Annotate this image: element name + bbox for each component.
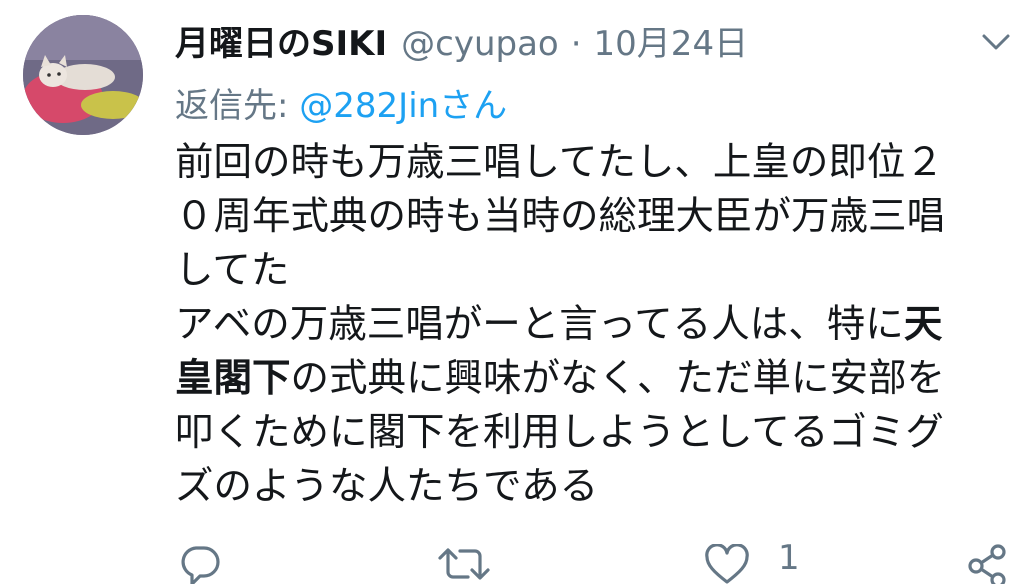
tweet-text-segment: してた (175, 248, 290, 293)
reply-prefix: 返信先: (175, 86, 300, 126)
tweet-text-segment: の式典に興味がなく、ただ単に安部を (290, 356, 946, 401)
tweet-text: 前回の時も万歳三唱してたし、上皇の即位２ ０周年式典の時も当時の総理大臣が万歳三… (175, 136, 1020, 514)
user-handle[interactable]: @cyupao (401, 24, 559, 64)
tweet-line: ズのような人たちである (175, 460, 1020, 514)
heart-icon[interactable] (704, 543, 750, 588)
tweet-text-segment: 前回の時も万歳三唱してたし、上皇の即位２ (175, 140, 944, 185)
tweet-line: してた (175, 244, 1020, 298)
tweet-line: アベの万歳三唱がーと言ってる人は、特に天 (175, 298, 1020, 352)
separator: · (570, 24, 582, 64)
tweet-text-segment: ０周年式典の時も当時の総理大臣が万歳三唱 (175, 194, 946, 239)
tweet-text-segment: 叩くために閣下を利用しようとしてるゴミグ (175, 410, 944, 455)
reply-icon[interactable] (178, 544, 222, 588)
tweet-line: ０周年式典の時も当時の総理大臣が万歳三唱 (175, 190, 1020, 244)
tweet-date[interactable]: 10月24日 (594, 16, 749, 65)
tweet-text-bold: 天 (903, 302, 943, 347)
tweet-line: 皇閣下の式典に興味がなく、ただ単に安部を (175, 352, 1020, 406)
avatar-image (23, 15, 143, 135)
tweet-line: 叩くために閣下を利用しようとしてるゴミグ (175, 406, 1020, 460)
display-name[interactable]: 月曜日のSIKI (175, 16, 387, 65)
like-count: 1 (778, 538, 800, 578)
action-bar: 1 (0, 530, 1032, 588)
reply-context: 返信先: @282Jinさん (175, 78, 507, 127)
retweet-icon[interactable] (436, 544, 492, 588)
chevron-down-icon[interactable] (978, 28, 1014, 56)
reply-suffix[interactable]: さん (439, 86, 507, 126)
tweet-line: 前回の時も万歳三唱してたし、上皇の即位２ (175, 136, 1020, 190)
reply-mention-link[interactable]: @282Jin (299, 86, 439, 126)
tweet-text-segment: アベの万歳三唱がーと言ってる人は、特に (175, 302, 904, 347)
tweet-text-segment: ズのような人たちである (175, 464, 599, 509)
avatar[interactable] (23, 15, 143, 135)
share-icon[interactable] (966, 544, 1010, 588)
tweet-text-bold: 皇閣下 (175, 356, 291, 401)
tweet-header: 月曜日のSIKI @cyupao · 10月24日 (175, 16, 748, 68)
